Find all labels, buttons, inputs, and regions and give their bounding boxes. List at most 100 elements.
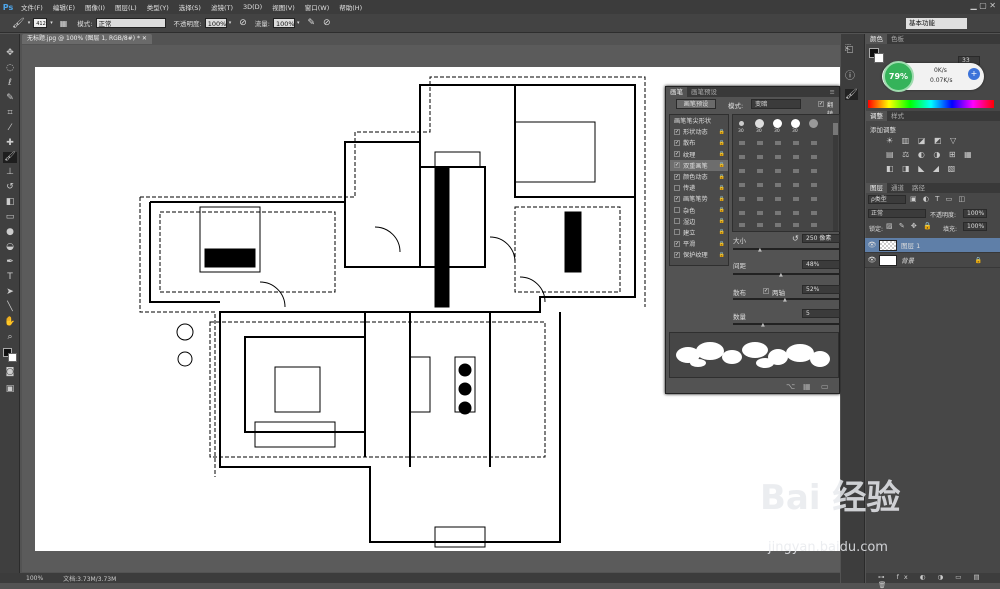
lock-icon[interactable]: 🔒 [719,218,725,224]
brush-tool-icon[interactable]: 🖌 [12,18,25,29]
menu-layer[interactable]: 图层(L) [110,2,142,12]
tab-swatches[interactable]: 色板 [887,34,908,44]
chevron-down-icon[interactable]: ▾ [229,20,232,26]
lock-icon[interactable]: 🔒 [719,140,725,146]
screen-mode-icon[interactable]: ▣ [3,384,17,395]
brush-tip-30-icon[interactable] [789,117,801,129]
tab-adjustments[interactable]: 调整 [866,111,887,121]
layer-opacity-input[interactable]: 100% [963,209,987,218]
lock-icon[interactable]: 🔒 [719,241,725,247]
menu-image[interactable]: 图像(I) [80,2,110,12]
brush-tip-thumbnails[interactable] [735,137,830,231]
history-icon[interactable]: ⎗ [845,44,853,55]
quick-mask-icon[interactable]: ◙ [3,367,17,378]
menu-file[interactable]: 文件(F) [16,2,48,12]
airbrush-icon[interactable]: ✎ [307,18,315,28]
brush-setting-checkbox[interactable]: ✓ [674,173,680,180]
blur-tool-icon[interactable]: ● [3,227,17,238]
brush-setting-checkbox[interactable]: ✓ [674,251,680,258]
brush-setting-checkbox[interactable] [674,207,680,214]
layer-filter-icons[interactable]: ▣ ◐ T ▭ ◫ [910,195,967,203]
move-tool-icon[interactable]: ✥ [3,48,17,59]
slider-thumb-icon[interactable]: ▲ [783,297,787,303]
adjustment-icons-row3[interactable]: ◧ ◨ ◣ ◢ ▧ [886,164,958,173]
both-axes-checkbox[interactable]: ✓ [763,288,769,294]
brush-setting-item[interactable]: ✓ 散布 🔒 [670,137,728,148]
menu-filter[interactable]: 滤镜(T) [206,2,238,12]
count-slider[interactable]: ▲ [733,322,839,328]
slider-thumb-icon[interactable]: ▲ [758,247,762,253]
menu-edit[interactable]: 编辑(E) [48,2,80,12]
menu-window[interactable]: 窗口(W) [300,2,335,12]
slider-thumb-icon[interactable]: ▲ [761,322,765,328]
tab-brush[interactable]: 画笔 [666,87,687,97]
brush-setting-checkbox[interactable]: ✓ [674,162,680,169]
brush-tip-small-icon[interactable] [735,117,747,129]
pen-tool-icon[interactable]: ✒ [3,257,17,268]
scatter-input[interactable]: 52% [802,285,840,294]
menu-select[interactable]: 选择(S) [174,2,206,12]
brush-setting-item[interactable]: ✓ 形状动态 🔒 [670,126,728,137]
chevron-down-icon[interactable]: ▾ [28,20,31,26]
document-tab[interactable]: 无标题.jpg @ 100% (图层 1, RGB/8#) * ✕ [22,34,152,44]
tab-paths[interactable]: 路径 [908,183,929,193]
brush-setting-item[interactable]: ✓ 纹理 🔒 [670,149,728,160]
gradient-tool-icon[interactable]: ▭ [3,212,17,223]
menu-3d[interactable]: 3D(D) [238,3,267,11]
blend-mode-select[interactable]: 正常 [868,209,926,218]
chevron-down-icon[interactable]: ▾ [50,20,53,26]
brush-setting-checkbox[interactable]: ✓ [674,139,680,146]
spacing-slider[interactable]: ▲ [733,272,839,278]
brush-preset-button[interactable]: 画笔预设 [676,99,716,109]
brush-setting-checkbox[interactable]: ✓ [674,128,680,135]
brush-setting-checkbox[interactable]: ✓ [674,240,680,247]
layer-filter-select[interactable]: ρ类型 [868,195,906,204]
brush-setting-item[interactable]: ✓ 平滑 🔒 [670,238,728,249]
brush-setting-item[interactable]: 湿边 🔒 [670,216,728,227]
brush-panel-toggle-icon[interactable]: ▦ [60,19,68,28]
brush-setting-item[interactable]: 建立 🔒 [670,227,728,238]
brush-mode-select[interactable]: 变暗 [751,99,801,109]
lock-icon[interactable]: 🔒 [719,207,725,213]
zoom-tool-icon[interactable]: ⌕ [3,332,17,343]
brush-setting-checkbox[interactable]: ✓ [674,151,680,158]
layer-row[interactable]: 👁 背景 🔒 [865,253,1000,268]
clone-stamp-tool-icon[interactable]: ⊥ [3,167,17,178]
chevron-down-icon[interactable]: ▾ [297,20,300,26]
count-input[interactable]: 5 [802,309,840,318]
marquee-tool-icon[interactable]: ◌ [3,63,17,74]
menu-type[interactable]: 类型(Y) [142,2,174,12]
properties-icon[interactable]: ⓘ [845,67,855,82]
history-brush-tool-icon[interactable]: ↺ [3,182,17,193]
brush-setting-checkbox[interactable] [674,184,680,191]
brush-setting-checkbox[interactable] [674,218,680,225]
network-speed-widget[interactable]: 79% 0K/s 0.07K/s + [882,61,984,92]
adjustment-icons-row2[interactable]: ▤ ⚖ ◐ ◑ ⊞ ▦ [886,150,975,159]
eye-icon[interactable]: 👁 [865,241,879,249]
dodge-tool-icon[interactable]: ◒ [3,242,17,253]
toggle-preview-icon[interactable]: ⌥ [786,382,795,391]
fill-input[interactable]: 100% [963,222,987,231]
size-input[interactable]: 250 像素 [802,234,840,243]
size-slider[interactable]: ▲ [733,247,839,253]
spacing-input[interactable]: 48% [802,260,840,269]
color-spectrum[interactable] [868,100,994,108]
tab-color[interactable]: 颜色 [866,34,887,44]
mode-select[interactable]: 正常 [95,18,166,28]
path-select-tool-icon[interactable]: ➤ [3,287,17,298]
brush-setting-checkbox[interactable] [674,229,680,236]
slider-thumb-icon[interactable]: ▲ [779,272,783,278]
flow-input[interactable]: 100% [272,18,295,28]
plus-icon[interactable]: + [968,68,980,80]
brush-setting-item[interactable]: 杂色 🔒 [670,205,728,216]
brush-setting-checkbox[interactable]: ✓ [674,195,680,202]
lock-icon[interactable]: 🔒 [719,196,725,202]
menu-help[interactable]: 帮助(H) [334,2,367,12]
list-header-brush-tip[interactable]: 画笔笔尖形状 [670,115,728,126]
lock-icon[interactable]: 🔒 [719,252,725,258]
grid-icon[interactable]: ▦ [803,382,811,391]
type-tool-icon[interactable]: T [3,272,17,283]
layer-row[interactable]: 👁 图层 1 [865,238,1000,253]
tab-layers[interactable]: 图层 [866,183,887,193]
brush-tool-icon[interactable]: 🖌 [3,152,17,163]
